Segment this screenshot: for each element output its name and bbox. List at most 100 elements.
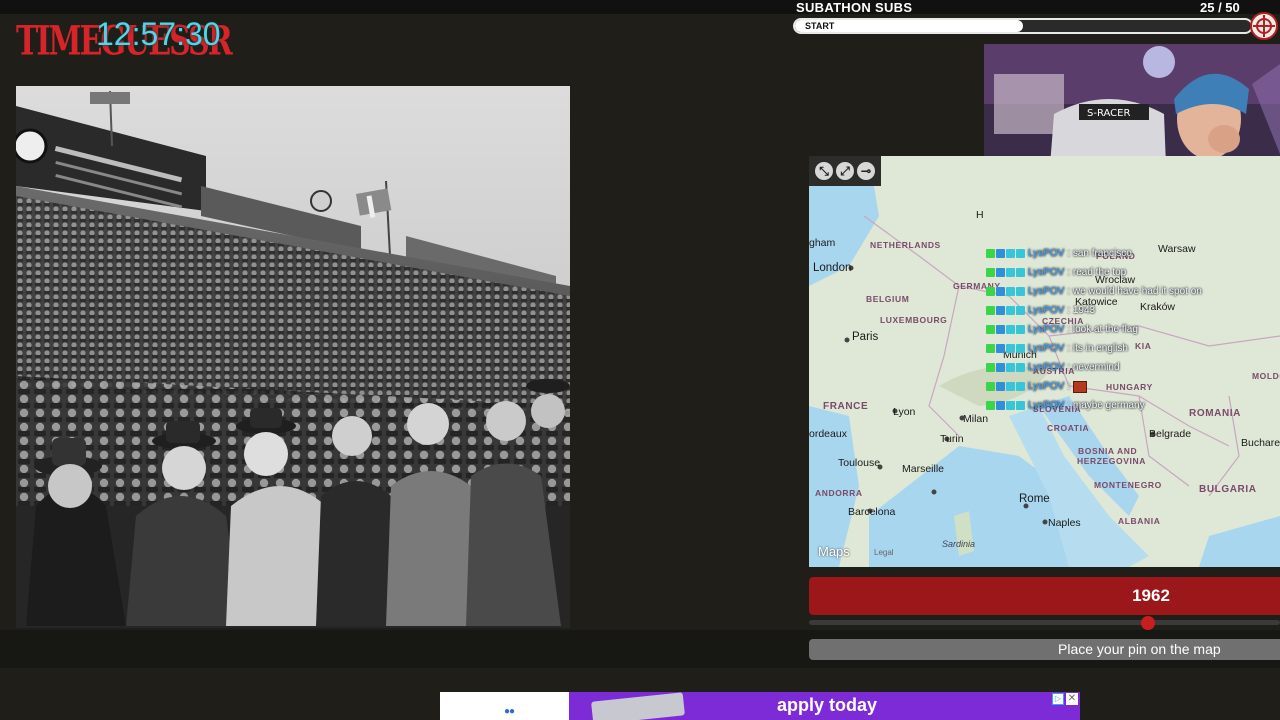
- chat-username[interactable]: LysPOV: [1028, 343, 1064, 354]
- chat-message: LysPOV: we would have had it spot on: [986, 282, 1276, 301]
- chat-username[interactable]: LysPOV: [1028, 400, 1064, 411]
- chat-message: LysPOV: read the top: [986, 263, 1276, 282]
- map-label-croatia: CROATIA: [1047, 423, 1090, 433]
- chat-badge-icon: [996, 344, 1005, 353]
- map-label-belgrade: Belgrade: [1149, 428, 1192, 440]
- year-slider-thumb[interactable]: [1141, 616, 1156, 630]
- place-pin-label: Place your pin on the map: [1058, 641, 1221, 657]
- year-value: 1962: [1132, 586, 1170, 605]
- map-label-bucharest: Buchare: [1241, 437, 1280, 449]
- chat-badge-icon: [1006, 363, 1015, 372]
- map-label-paris: Paris: [852, 331, 879, 343]
- map-label-toulouse: Toulouse: [838, 457, 881, 469]
- ad-choices-icon[interactable]: ▷: [1052, 693, 1064, 705]
- chat-username[interactable]: LysPOV: [1028, 267, 1064, 278]
- chat-badge-icon: [986, 287, 995, 296]
- subathon-title: SUBATHON SUBS: [796, 0, 913, 15]
- chat-message: LysPOV: its in english: [986, 339, 1276, 358]
- map-label-luxembourg: LUXEMBOURG: [880, 315, 948, 325]
- shrink-icon[interactable]: ⤢: [836, 162, 854, 180]
- year-slider-track[interactable]: [809, 620, 1280, 625]
- apple-maps-logo: Maps: [818, 544, 850, 559]
- map-controls: ⤡ ⤢ ⊸: [809, 156, 881, 186]
- map-label-bordeaux: ordeaux: [809, 428, 847, 440]
- map-label-naples: Naples: [1048, 517, 1081, 529]
- chat-badge-icon: [1016, 249, 1025, 258]
- map-label-lyon: Lyon: [893, 406, 916, 418]
- chat-username[interactable]: LysPOV: [1028, 286, 1064, 297]
- map-legal-link[interactable]: Legal: [874, 548, 894, 557]
- map-label-marseille: Marseille: [902, 463, 945, 475]
- chat-badge-icon: [996, 363, 1005, 372]
- map-label-rome: Rome: [1019, 493, 1050, 505]
- map-label-belgium: BELGIUM: [866, 294, 910, 304]
- chat-badge-icon: [986, 325, 995, 334]
- map-label-andorra: ANDORRA: [815, 488, 863, 498]
- map-label-milan: Milan: [963, 413, 989, 425]
- svg-text:S-RACER: S-RACER: [1087, 108, 1130, 119]
- chat-username[interactable]: LysPOV: [1028, 362, 1064, 373]
- chat-text: : its in english: [1067, 343, 1128, 354]
- guess-photo: [16, 86, 570, 628]
- chat-text: : read the top: [1067, 267, 1127, 278]
- ad-logo-dots: ●●: [504, 706, 515, 717]
- expand-icon[interactable]: ⤡: [815, 162, 833, 180]
- pin-icon[interactable]: ⊸: [857, 162, 875, 180]
- stadium-crowd-photo: [16, 86, 570, 628]
- ad-close-icon[interactable]: ✕: [1066, 693, 1078, 705]
- map-label-netherlands: NETHERLANDS: [870, 240, 941, 250]
- chat-text: : look at the flag: [1067, 324, 1138, 335]
- chat-badge-icon: [996, 287, 1005, 296]
- map-label-london: London: [813, 262, 852, 274]
- chat-badge-icon: [1006, 325, 1015, 334]
- chat-badge-icon: [986, 344, 995, 353]
- chat-username[interactable]: LysPOV: [1028, 248, 1064, 259]
- chat-badge-icon: [1016, 268, 1025, 277]
- chat-badge-icon: [996, 249, 1005, 258]
- map-label-birmingham: gham: [809, 237, 836, 249]
- subathon-count: 25 / 50: [1200, 0, 1240, 15]
- chat-message: LysPOV: look at the flag: [986, 320, 1276, 339]
- ad-headline[interactable]: apply today: [777, 695, 877, 716]
- chat-username[interactable]: LysPOV: [1028, 324, 1064, 335]
- ad-banner[interactable]: [440, 692, 1080, 720]
- subathon-start-label: START: [805, 21, 835, 31]
- chat-badge-icon: [986, 363, 995, 372]
- map-label-turin: Turin: [940, 433, 964, 445]
- chat-badge-icon: [1006, 287, 1015, 296]
- map-label-bosnia-2: HERZEGOVINA: [1077, 456, 1146, 466]
- chat-message: LysPOV: san francisco: [986, 244, 1276, 263]
- chat-badge-icon: [1016, 401, 1025, 410]
- map-label-bulgaria: BULGARIA: [1199, 484, 1257, 495]
- stream-layout: TIMEGUESSR 12:57:30 SUBATHON SUBS 25 / 5…: [0, 0, 1280, 720]
- map-label-albania: ALBANIA: [1118, 516, 1161, 526]
- chat-badge-icon: [986, 249, 995, 258]
- map-label-hamburg: H: [976, 209, 984, 221]
- chat-badge-icon: [1016, 363, 1025, 372]
- map-label-sardinia: Sardinia: [942, 539, 976, 549]
- chat-badge-icon: [996, 325, 1005, 334]
- map-label-france: FRANCE: [823, 401, 869, 412]
- chat-message: LysPOV: 1943: [986, 301, 1276, 320]
- chat-text: :: [1067, 381, 1071, 392]
- crosshair-icon: [1250, 12, 1278, 40]
- chat-text: : maybe germany: [1067, 400, 1145, 411]
- chat-badge-icon: [986, 268, 995, 277]
- chat-badge-icon: [1006, 382, 1015, 391]
- chat-badge-icon: [996, 268, 1005, 277]
- chat-badge-icon: [1016, 344, 1025, 353]
- chat-username[interactable]: LysPOV: [1028, 381, 1064, 392]
- chat-text: : we would have had it spot on: [1067, 286, 1202, 297]
- chat-badge-icon: [986, 306, 995, 315]
- chat-badge-icon: [1006, 268, 1015, 277]
- chat-message: LysPOV: maybe germany: [986, 396, 1276, 415]
- chat-badge-icon: [996, 382, 1005, 391]
- chat-badge-icon: [1016, 287, 1025, 296]
- chat-badge-icon: [986, 401, 995, 410]
- chat-username[interactable]: LysPOV: [1028, 305, 1064, 316]
- chat-badge-icon: [1006, 401, 1015, 410]
- chat-badge-icon: [1016, 382, 1025, 391]
- top-strip: [0, 0, 1280, 14]
- chat-badge-icon: [1006, 306, 1015, 315]
- chat-text: : nevermind: [1067, 362, 1120, 373]
